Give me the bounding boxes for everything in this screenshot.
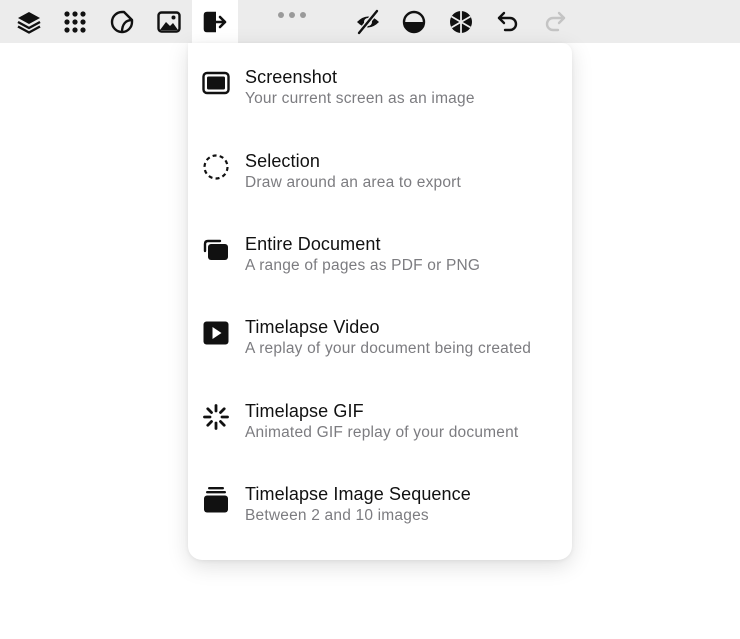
option-description: Animated GIF replay of your document [245,424,519,441]
export-timelapse-video-option[interactable]: Timelapse Video A replay of your documen… [188,317,572,397]
screenshot-icon [200,67,232,99]
hide-button[interactable] [345,0,391,43]
option-title: Screenshot [245,67,338,87]
option-description: A replay of your document being created [245,340,532,357]
display-mode-button[interactable] [391,0,437,43]
image-button[interactable] [146,0,192,43]
option-title: Selection [245,151,320,171]
undo-button[interactable] [485,0,531,43]
export-timelapse-image-sequence-option[interactable]: Timelapse Image Sequence Between 2 and 1… [188,484,572,564]
more-button[interactable] [270,8,314,22]
undo-icon [497,11,518,31]
layers-button[interactable] [6,0,52,43]
redo-icon [545,11,566,31]
gif-spinner-icon [200,401,232,433]
document-pages-icon [200,234,232,266]
image-icon [157,10,181,33]
more-icon [278,12,306,18]
option-description: Your current screen as an image [245,90,475,107]
hide-icon [357,8,379,35]
aperture-button[interactable] [438,0,484,43]
export-screenshot-option[interactable]: Screenshot Your current screen as an ima… [188,67,572,147]
option-description: Between 2 and 10 images [245,507,429,524]
selection-icon [200,151,232,183]
option-title: Timelapse Video [245,317,380,337]
sticker-icon [110,10,134,33]
layers-icon [17,11,41,34]
option-title: Timelapse Image Sequence [245,484,471,504]
option-description: A range of pages as PDF or PNG [245,257,481,274]
toolbar [0,0,740,50]
aperture-icon [450,10,472,33]
grid-dots-icon [64,10,86,33]
redo-button[interactable] [532,0,578,43]
grid-button[interactable] [52,0,98,43]
export-timelapse-gif-option[interactable]: Timelapse GIF Animated GIF replay of you… [188,401,572,481]
export-selection-option[interactable]: Selection Draw around an area to export [188,151,572,231]
option-description: Draw around an area to export [245,174,462,191]
export-icon [203,11,227,32]
option-title: Timelapse GIF [245,401,364,421]
image-stack-icon [200,484,232,516]
sticker-button[interactable] [99,0,145,43]
export-entire-document-option[interactable]: Entire Document A range of pages as PDF … [188,234,572,314]
half-circle-icon [402,10,426,33]
export-menu: Screenshot Your current screen as an ima… [188,43,572,560]
video-play-icon [200,317,232,349]
option-title: Entire Document [245,234,381,254]
